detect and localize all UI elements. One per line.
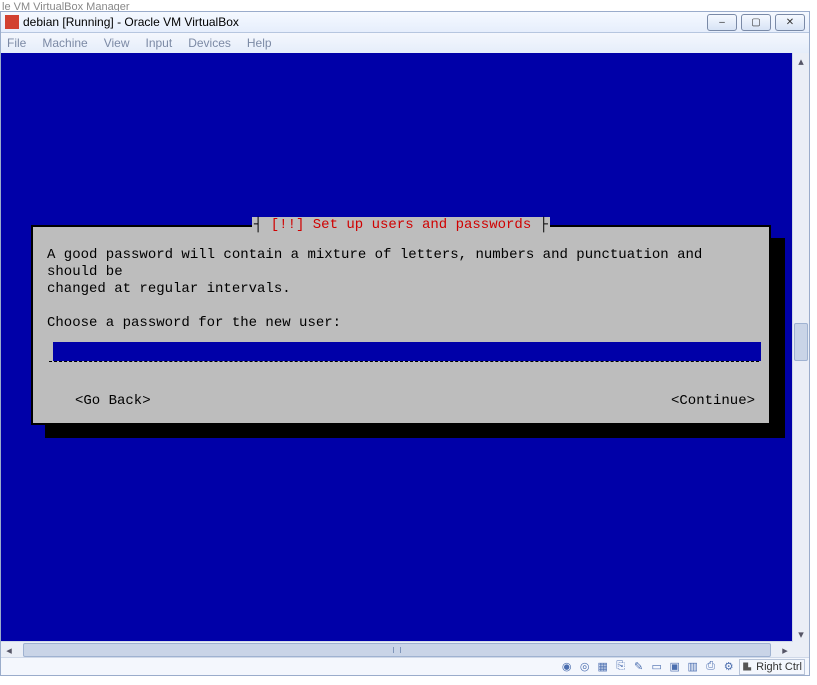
- statusbar: ◉ ◎ ▦ ⎘ ✎ ▭ ▣ ▥ ⎙ ⚙ Right Ctrl: [1, 657, 809, 675]
- title-suffix: ├: [540, 217, 548, 233]
- scroll-up-arrow[interactable]: ▴: [793, 53, 809, 69]
- menu-view[interactable]: View: [104, 36, 130, 50]
- window-title: debian [Running] - Oracle VM VirtualBox: [23, 15, 239, 29]
- audio-icon[interactable]: ▥: [685, 659, 700, 674]
- password-input[interactable]: [53, 342, 761, 361]
- virtualbox-window: debian [Running] - Oracle VM VirtualBox …: [0, 11, 810, 676]
- guest-display: ┤ [!!] Set up users and passwords ├ A go…: [1, 53, 793, 642]
- menu-file[interactable]: File: [7, 36, 26, 50]
- network-icon[interactable]: ▦: [595, 659, 610, 674]
- host-key-indicator[interactable]: Right Ctrl: [739, 659, 805, 675]
- menubar: File Machine View Input Devices Help: [1, 33, 809, 54]
- scroll-left-arrow[interactable]: ◂: [1, 642, 17, 658]
- screen: le VM VirtualBox Manager debian [Running…: [0, 0, 817, 685]
- app-icon: [5, 15, 19, 29]
- continue-button[interactable]: <Continue>: [643, 393, 755, 409]
- disk-icon[interactable]: ◉: [559, 659, 574, 674]
- window-buttons: – ▢ ✕: [707, 14, 805, 31]
- v-scroll-thumb[interactable]: [794, 323, 808, 361]
- password-input-line: [47, 342, 755, 362]
- dialog-prompt: Choose a password for the new user:: [47, 315, 755, 332]
- h-scroll-thumb[interactable]: [23, 643, 771, 657]
- settings-icon[interactable]: ⚙: [721, 659, 736, 674]
- titlebar[interactable]: debian [Running] - Oracle VM VirtualBox …: [1, 12, 809, 33]
- dialog-text-line2: changed at regular intervals.: [47, 281, 755, 298]
- dialog-title: ┤ [!!] Set up users and passwords ├: [252, 217, 550, 233]
- dialog-title-row: ┤ [!!] Set up users and passwords ├: [33, 217, 769, 233]
- usb-icon[interactable]: ⎘: [613, 659, 628, 674]
- title-bang: [!!] Set up users and passwords: [271, 217, 531, 233]
- password-dialog: ┤ [!!] Set up users and passwords ├ A go…: [31, 225, 771, 425]
- clipboard-icon[interactable]: ⎙: [703, 659, 718, 674]
- display-icon[interactable]: ▭: [649, 659, 664, 674]
- menu-machine[interactable]: Machine: [42, 36, 87, 50]
- record-icon[interactable]: ▣: [667, 659, 682, 674]
- minimize-button[interactable]: –: [707, 14, 737, 31]
- shared-icon[interactable]: ✎: [631, 659, 646, 674]
- scroll-right-arrow[interactable]: ▸: [777, 642, 793, 658]
- horizontal-scrollbar[interactable]: ◂ ▸: [1, 641, 793, 658]
- input-underline: [49, 361, 759, 362]
- dialog-text-line1: A good password will contain a mixture o…: [47, 247, 755, 281]
- menu-devices[interactable]: Devices: [188, 36, 231, 50]
- dialog-body: A good password will contain a mixture o…: [33, 227, 769, 372]
- menu-input[interactable]: Input: [146, 36, 173, 50]
- debian-installer-screen[interactable]: ┤ [!!] Set up users and passwords ├ A go…: [1, 53, 793, 642]
- scroll-down-arrow[interactable]: ▾: [793, 626, 809, 642]
- go-back-button[interactable]: <Go Back>: [47, 393, 151, 409]
- title-prefix: ┤: [254, 217, 262, 233]
- close-button[interactable]: ✕: [775, 14, 805, 31]
- menu-help[interactable]: Help: [247, 36, 272, 50]
- dialog-buttons: <Go Back> <Continue>: [47, 393, 755, 409]
- h-scroll-track[interactable]: [17, 642, 777, 658]
- vertical-scrollbar[interactable]: ▴ ▾: [792, 53, 809, 642]
- maximize-button[interactable]: ▢: [741, 14, 771, 31]
- v-scroll-track[interactable]: [793, 69, 809, 626]
- optical-icon[interactable]: ◎: [577, 659, 592, 674]
- scroll-corner: [793, 642, 809, 658]
